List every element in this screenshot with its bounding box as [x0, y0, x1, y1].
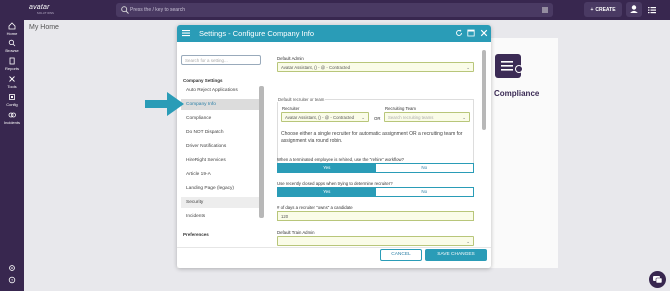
hamburger-icon[interactable] — [182, 29, 190, 37]
default-admin-label: Default Admin — [277, 56, 304, 61]
section-preferences: Preferences — [183, 232, 209, 237]
menu-landing-page[interactable]: Landing Page (legacy) — [181, 183, 261, 194]
chevron-down-icon: ⌄ — [462, 115, 466, 120]
global-search[interactable]: Press the / key to search — [116, 3, 553, 17]
nav-config[interactable]: Config — [0, 93, 24, 107]
settings-content: Default Admin Avatar Assistant, () - @ -… — [273, 42, 491, 268]
rehire-yes-button[interactable]: Yes — [278, 164, 376, 172]
save-changes-button[interactable]: SAVE CHANGES — [425, 249, 487, 261]
document-icon — [9, 57, 15, 65]
rehire-no-button[interactable]: No — [375, 164, 473, 172]
nav-tools-label: Tools — [7, 84, 17, 89]
recruiting-team-label: Recruiting Team — [385, 106, 416, 111]
minimize-icon[interactable] — [467, 29, 475, 37]
rehire-toggle: Yes No — [277, 163, 474, 173]
hamburger-icon[interactable] — [541, 6, 549, 14]
default-admin-value: Avatar Assistant, () - @ - Contracted — [281, 65, 350, 70]
user-icon — [630, 5, 638, 13]
nav-browse-label: Browse — [5, 48, 19, 53]
settings-modal: Settings - Configure Company Info Search… — [177, 25, 491, 268]
rehire-question: When a terminated employee is rehired, u… — [277, 157, 405, 162]
settings-sidebar: Search for a setting... Company Settings… — [177, 42, 273, 268]
nav-incidents-label: Incidents — [3, 120, 20, 125]
menu-security[interactable]: Security — [181, 197, 261, 208]
tools-icon — [9, 76, 15, 82]
left-nav: Home Browse Reports Tools Config Inciden… — [0, 20, 24, 291]
nav-reports[interactable]: Reports — [0, 57, 24, 71]
recruiting-team-placeholder: Search recruiting teams — [388, 115, 434, 120]
cancel-button[interactable]: CANCEL — [380, 249, 422, 261]
nav-reports-label: Reports — [4, 66, 19, 71]
create-label: CREATE — [595, 6, 616, 13]
recruiter-hint: Choose either a single recruiter for aut… — [281, 131, 463, 144]
compliance-card-title[interactable]: Compliance — [494, 89, 539, 98]
closed-apps-question: Use recently closed apps when trying to … — [277, 181, 393, 186]
recruiter-label: Recruiter — [282, 106, 300, 111]
svg-text:?: ? — [11, 277, 14, 282]
recruiter-select[interactable]: Avatar Assistant, () - @ - Contracted ⌄ — [281, 112, 369, 122]
search-icon — [8, 39, 16, 47]
compliance-icon — [495, 54, 523, 78]
pointer-arrow-icon — [145, 92, 184, 116]
days-owned-input[interactable]: 120 — [277, 211, 474, 221]
menu-auto-reject[interactable]: Auto Reject Applications — [181, 85, 261, 96]
settings-search-placeholder: Search for a setting... — [185, 57, 228, 63]
section-company-settings: Company Settings — [183, 78, 223, 83]
chat-icon — [653, 276, 663, 284]
modal-title: Settings - Configure Company Info — [199, 29, 315, 38]
incidents-icon — [8, 112, 16, 118]
recruiting-team-select[interactable]: Search recruiting teams ⌄ — [384, 112, 470, 122]
nav-config-label: Config — [6, 102, 18, 107]
days-owned-value: 120 — [281, 214, 289, 219]
menu-article-19a[interactable]: Article 19-A — [181, 169, 261, 180]
sidebar-scrollbar[interactable] — [259, 86, 264, 218]
closed-apps-toggle: Yes No — [277, 187, 474, 197]
nav-browse[interactable]: Browse — [0, 39, 24, 53]
menu-do-not-dispatch[interactable]: Do NOT Dispatch — [181, 127, 261, 138]
nav-home-label: Home — [6, 31, 18, 36]
user-menu-button[interactable] — [626, 2, 642, 17]
nav-help[interactable]: ? — [0, 276, 24, 285]
modal-header: Settings - Configure Company Info — [177, 25, 491, 42]
default-admin-select[interactable]: Avatar Assistant, () - @ - Contracted ⌄ — [277, 62, 474, 72]
help-icon: ? — [8, 276, 16, 284]
home-icon — [8, 22, 16, 30]
recruiter-value: Avatar Assistant, () - @ - Contracted — [285, 115, 354, 120]
logo-subtitle: SOLUTIONS — [37, 12, 55, 15]
plus-icon: + — [590, 6, 594, 13]
top-bar: avatar SOLUTIONS Press the / key to sear… — [0, 0, 670, 20]
closed-apps-yes-button[interactable]: Yes — [278, 188, 376, 196]
chat-button[interactable] — [649, 271, 666, 288]
menu-driver-notifications[interactable]: Driver Notifications — [181, 141, 261, 152]
settings-search-input[interactable]: Search for a setting... — [181, 55, 261, 65]
days-owned-label: # of days a recruiter "owns" a candidate — [277, 205, 353, 210]
menu-compliance[interactable]: Compliance — [181, 113, 261, 124]
nav-tools[interactable]: Tools — [0, 75, 24, 89]
nav-incidents[interactable]: Incidents — [0, 111, 24, 125]
train-admin-select[interactable]: ⌄ — [277, 236, 474, 246]
default-recruiter-group-label: Default recruiter or team — [277, 97, 326, 102]
logo[interactable]: avatar — [29, 4, 50, 11]
menu-incidents[interactable]: Incidents — [181, 211, 261, 222]
list-icon[interactable] — [647, 5, 657, 15]
chevron-down-icon: ⌄ — [466, 239, 470, 244]
search-placeholder: Press the / key to search — [130, 7, 186, 13]
chevron-down-icon: ⌄ — [466, 65, 470, 70]
menu-hireright-services[interactable]: HireRight Services — [181, 155, 261, 166]
nav-home[interactable]: Home — [0, 22, 24, 36]
settings-icon — [9, 265, 15, 271]
menu-company-info[interactable]: Company Info — [181, 99, 261, 110]
refresh-icon[interactable] — [455, 29, 463, 37]
content-scrollbar[interactable] — [482, 50, 486, 130]
close-icon[interactable] — [480, 29, 488, 37]
create-button[interactable]: + CREATE — [584, 2, 622, 17]
page-title: My Home — [29, 24, 59, 31]
or-text: OR — [374, 116, 381, 121]
train-admin-label: Default Train Admin — [277, 230, 315, 235]
config-icon — [9, 94, 15, 100]
closed-apps-no-button[interactable]: No — [375, 188, 473, 196]
search-icon — [121, 6, 129, 14]
nav-settings[interactable] — [0, 264, 24, 273]
chevron-down-icon: ⌄ — [361, 115, 365, 120]
